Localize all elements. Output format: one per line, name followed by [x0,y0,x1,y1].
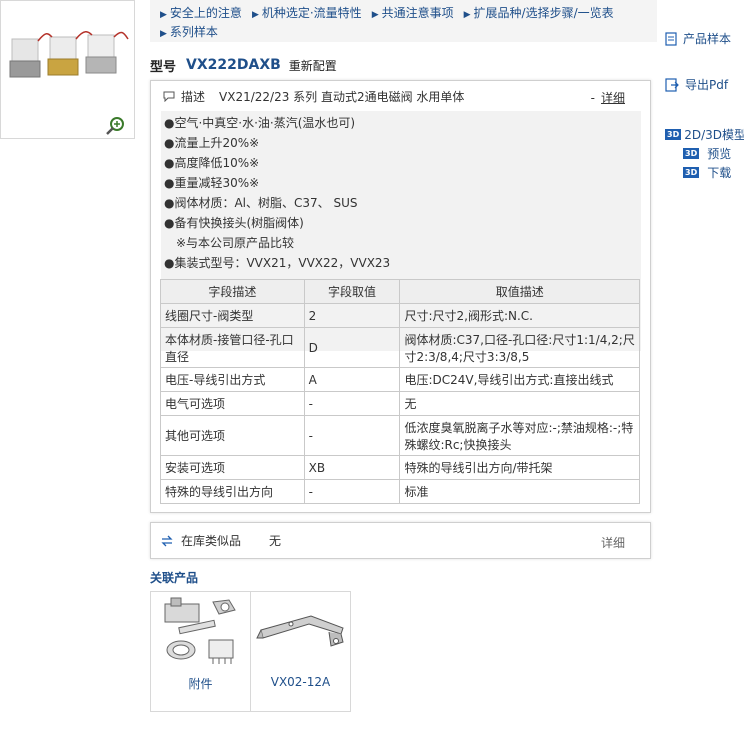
table-cell: 特殊的导线引出方向/带托架 [399,455,640,480]
table-cell: 电压-导线引出方式 [160,367,305,392]
table-cell: A [303,367,401,392]
feature-item: ●流量上升20%※ [164,136,260,150]
bracket-image [256,615,344,647]
feature-item: ●高度降低10%※ [164,156,260,170]
related-item-accessories[interactable]: 附件 [150,591,251,712]
table-cell: 电压:DC24V,导线引出方式:直接出线式 [399,367,640,392]
table-row: 电压-导线引出方式 A 电压:DC24V,导线引出方式:直接出线式 [160,367,640,392]
related-item-label: VX02-12A [270,675,331,689]
table-row: 本体材质-接管口径-孔口直径 D 阀体材质:C37,口径-孔口径:尺寸1:1/4… [160,327,640,368]
table-row: 安装可选项 XB 特殊的导线引出方向/带托架 [160,455,640,480]
side-model-3d: 3D 2D/3D模型 [665,128,744,142]
triangle-right-icon: ▶ [160,10,167,20]
table-cell: - [303,391,401,416]
table-row: 电气可选项 - 无 [160,391,640,416]
catalog-icon [665,31,677,46]
nav-common[interactable]: ▶ 共通注意事项 [372,4,454,21]
table-cell: - [303,415,401,456]
stock-panel: 在库类似品 无 详细 [150,522,651,559]
description-title: VX21/22/23 系列 直动式2通电磁阀 水用单体 [219,89,465,104]
side-preview[interactable]: 3D 预览 [683,145,744,162]
swap-icon [161,535,173,546]
table-cell: 尺寸:尺寸2,阀形式:N.C. [399,303,640,328]
3d-badge-icon: 3D [665,129,682,140]
related-title: 关联产品 [150,571,199,585]
model-label: 型号 [150,59,177,75]
triangle-right-icon: ▶ [251,10,259,20]
series-nav: ▶ 安全上的注意 ▶ 机种选定·流量特性 ▶ 共通注意事项 ▶ 扩展品种/选择步骤/一览… [150,0,657,42]
feature-item: ●阀体材质：Al、树脂、C37、 SUS [164,196,358,210]
3d-badge-icon: 3D [683,148,700,159]
feature-item: ※与本公司原产品比较 [164,236,295,250]
stock-detail-link[interactable]: 详细 [601,534,625,551]
table-header-row: 字段描述 字段取值 取值描述 [160,279,640,304]
column-header: 取值描述 [399,279,640,304]
feature-item: ●备有快换接头(树脂阀体) [164,216,304,230]
triangle-right-icon: ▶ [160,29,167,39]
column-header: 字段描述 [160,279,305,304]
chat-icon [163,91,175,102]
product-image[interactable] [0,0,135,139]
nav-selection[interactable]: ▶ 机种选定·流量特性 [252,4,362,21]
accessory-image [164,597,236,664]
table-cell: 标准 [399,479,640,504]
side-export-pdf[interactable]: 导出Pdf [665,76,744,93]
table-cell: 其他可选项 [160,415,305,456]
related-item-vx02-12a[interactable]: VX02-12A [250,591,351,712]
table-cell: 2 [303,303,401,328]
stock-value: 无 [269,534,282,548]
table-row: 其他可选项 - 低浓度臭氧脱离子水等对应:-;禁油规格:-;特殊螺纹:Rc;快换… [160,415,640,456]
table-cell: D [303,327,401,368]
export-icon [665,77,679,92]
table-cell: 电气可选项 [160,391,305,416]
related-item-label: 附件 [188,677,213,691]
feature-item: ●重量减轻30%※ [164,176,260,190]
column-header: 字段取值 [303,279,401,304]
table-row: 特殊的导线引出方向 - 标准 [160,479,640,504]
reconfigure-link[interactable]: 重新配置 [289,57,337,74]
table-cell: 阀体材质:C37,口径-孔口径:尺寸1:1/4,2;尺寸2:3/8,4;尺寸3:… [399,327,640,368]
nav-variants[interactable]: ▶ 扩展品种/选择步骤/一览表 [464,4,614,21]
spec-table: 字段描述 字段取值 取值描述 线圈尺寸-阀类型 2 尺寸:尺寸2,阀形式:N.C… [160,279,640,504]
description-panel: 描述 VX21/22/23 系列 直动式2通电磁阀 水用单体 - 详细 ●空气·中… [150,80,651,513]
triangle-right-icon: ▶ [463,10,471,20]
table-cell: 安装可选项 [160,455,305,480]
table-cell: - [303,479,401,504]
description-label: 描述 [181,89,206,104]
nav-safety[interactable]: ▶ 安全上的注意 [160,4,242,21]
nav-series-catalog[interactable]: ▶ 系列样本 [160,23,218,40]
table-row: 线圈尺寸-阀类型 2 尺寸:尺寸2,阀形式:N.C. [160,303,640,328]
table-cell: 特殊的导线引出方向 [160,479,305,504]
table-cell: 本体材质-接管口径-孔口直径 [160,327,305,368]
description-detail-link[interactable]: - 详细 [591,89,625,106]
table-cell: 线圈尺寸-阀类型 [160,303,305,328]
feature-item: ●集装式型号：VVX21，VVX22，VVX23 [164,256,391,270]
table-cell: 低浓度臭氧脱离子水等对应:-;禁油规格:-;特殊螺纹:Rc;快换接头 [399,415,640,456]
table-cell: XB [303,455,401,480]
3d-badge-icon: 3D [683,167,700,178]
description-header: 描述 VX21/22/23 系列 直动式2通电磁阀 水用单体 [151,81,650,111]
side-catalog[interactable]: 产品样本 [665,30,744,47]
side-download[interactable]: 3D 下载 [683,164,744,181]
model-row: 型号 VX222DAXB 重新配置 [150,55,337,75]
model-code: VX222DAXB [186,57,281,73]
valve-photo [9,31,129,78]
stock-label: 在库类似品 [181,534,242,548]
triangle-right-icon: ▶ [371,10,379,20]
feature-item: ●空气·中真空·水·油·蒸汽(温水也可) [164,116,356,130]
zoom-icon[interactable] [105,116,127,136]
table-cell: 无 [399,391,640,416]
